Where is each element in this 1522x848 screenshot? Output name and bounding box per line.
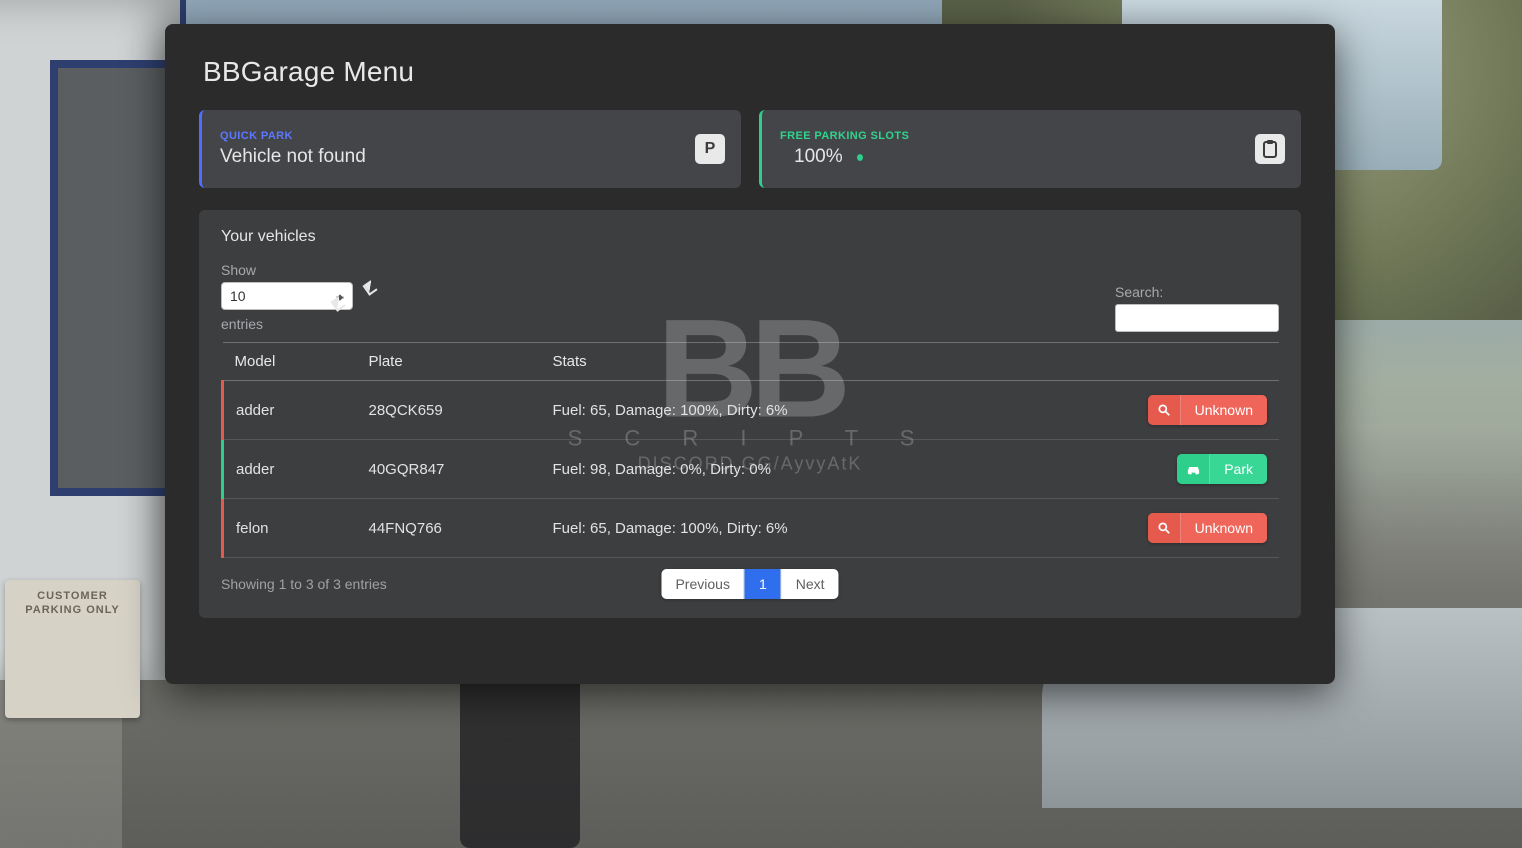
cell-model: adder [223,440,357,499]
search-label: Search: [1115,284,1163,300]
clipboard-icon[interactable] [1255,134,1285,164]
free-slots-card: FREE PARKING SLOTS 100% [759,110,1301,188]
table-info: Showing 1 to 3 of 3 entries [221,576,387,592]
col-stats[interactable]: Stats [541,343,1066,381]
garage-menu-panel: BBGarage Menu QUICK PARK Vehicle not fou… [165,24,1335,684]
table-row: adder28QCK659Fuel: 65, Damage: 100%, Dir… [223,381,1280,440]
quick-park-card: QUICK PARK Vehicle not found P [199,110,741,188]
search-icon [1148,513,1181,543]
col-model[interactable]: Model [223,343,357,381]
quick-park-label: QUICK PARK [220,130,366,142]
cell-plate: 40GQR847 [357,440,541,499]
show-label: Show [221,262,353,278]
action-label: Unknown [1181,395,1267,425]
pager-page-1[interactable]: 1 [744,569,781,599]
pager-prev[interactable]: Previous [661,569,743,599]
car-icon [1177,454,1210,484]
parking-sign: CUSTOMER PARKING ONLY [5,580,140,718]
col-plate[interactable]: Plate [357,343,541,381]
free-slots-percent: 100% [794,146,843,168]
table-row: adder40GQR847Fuel: 98, Damage: 0%, Dirty… [223,440,1280,499]
vehicles-card: BB S C R I P T S DISCORD.GG/AyvyAtK Your… [199,210,1301,618]
search-icon [1148,395,1181,425]
pager-next[interactable]: Next [781,569,839,599]
free-slots-progress [857,154,864,161]
cell-plate: 28QCK659 [357,381,541,440]
cell-model: adder [223,381,357,440]
quick-park-value: Vehicle not found [220,146,366,168]
panel-title: BBGarage Menu [203,56,1301,88]
vehicles-title: Your vehicles [221,228,1279,246]
cell-stats: Fuel: 65, Damage: 100%, Dirty: 6% [541,381,1066,440]
free-slots-label: FREE PARKING SLOTS [780,130,909,142]
action-label: Unknown [1181,513,1267,543]
free-slots-progress-fill [857,154,864,161]
action-label: Park [1210,454,1267,484]
cell-stats: Fuel: 98, Damage: 0%, Dirty: 0% [541,440,1066,499]
pagination: Previous 1 Next [661,569,838,599]
cell-plate: 44FNQ766 [357,499,541,558]
unknown-button[interactable]: Unknown [1148,513,1267,543]
table-row: felon44FNQ766Fuel: 65, Damage: 100%, Dir… [223,499,1280,558]
cell-stats: Fuel: 65, Damage: 100%, Dirty: 6% [541,499,1066,558]
search-input[interactable] [1115,304,1279,332]
col-actions [1065,343,1279,381]
unknown-button[interactable]: Unknown [1148,395,1267,425]
parking-icon[interactable]: P [695,134,725,164]
cell-model: felon [223,499,357,558]
park-button[interactable]: Park [1177,454,1267,484]
page-length-select[interactable]: 10 [221,282,353,310]
vehicles-table: Model Plate Stats adder28QCK659Fuel: 65,… [221,342,1279,558]
entries-label: entries [221,316,353,332]
